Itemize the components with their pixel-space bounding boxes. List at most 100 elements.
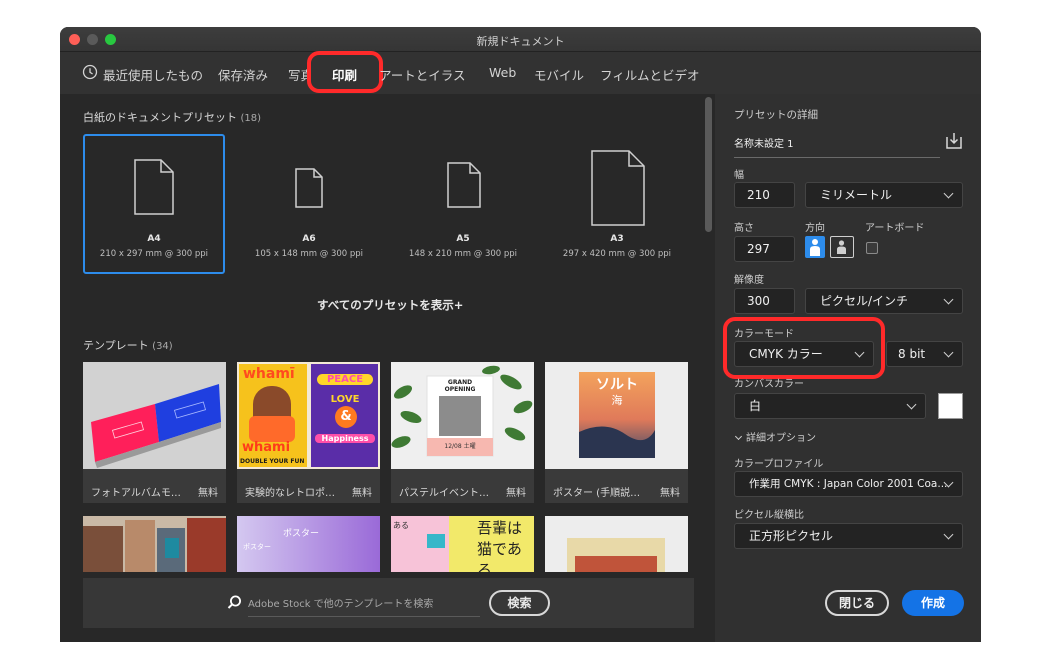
tab-film-video[interactable]: フィルムとビデオ [600,65,700,84]
scrollbar-thumb[interactable] [705,97,712,232]
event-poster-date: 12/08 土曜 [444,443,476,450]
retro-poster-left: whamī whami DOUBLE YOUR FUN [239,364,307,467]
preset-size: 105 x 148 mm @ 300 ppi [254,249,364,259]
tab-saved[interactable]: 保存済み [218,65,268,84]
templates-heading: テンプレート (34) [83,337,173,353]
document-icon [295,168,323,208]
color-profile-value: 作業用 CMYK : Japan Color 2001 Coa... [749,478,948,490]
close-button[interactable]: 閉じる [825,590,889,616]
tab-web[interactable]: Web [489,65,516,80]
bit-depth-dropdown[interactable]: 8 bit [886,341,963,367]
document-icon [591,150,645,226]
template-caption: パステルイベント… [399,488,489,499]
cat-poster-shape [427,534,445,548]
retro-poster-happiness: Happiness [315,434,375,443]
show-all-presets-link[interactable]: すべてのプリセットを表示+ [317,297,463,313]
event-poster-grand: GRAND [447,379,473,386]
stock-search-input[interactable]: Adobe Stock で他のテンプレートを検索 [248,595,480,617]
cat-poster-title-2: 猫である [477,540,522,572]
pixel-ratio-dropdown[interactable]: 正方形ピクセル [734,523,963,549]
landscape-orientation-button[interactable] [830,236,854,258]
retro-poster-peace: PEACE [317,374,373,385]
retro-poster-tagline: DOUBLE YOUR FUN [240,458,305,465]
retro-poster-right: PEACE LOVE & Happiness [311,364,378,467]
canvas-color-label: カンバスカラー [734,379,804,390]
template-thumbnail: whamī whami DOUBLE YOUR FUN PEACE LOVE &… [237,362,380,469]
preset-name: A5 [456,234,470,244]
chevron-down-icon [943,347,954,358]
blank-presets-title: 白紙のドキュメントプリセット [83,111,237,124]
template-card-poster[interactable]: ソルト 海 ポスター (手順説… 無料 [545,362,688,503]
template-card-town[interactable] [83,516,226,572]
chevron-down-small-icon [734,432,743,441]
templates-count: (34) [152,341,173,352]
orientation-label: 方向 [805,223,825,234]
template-card-pastel-event[interactable]: GRAND OPENING 12/08 土曜 パステルイベント… 無料 [391,362,534,503]
city-poster-stripe [575,556,657,572]
height-label: 高さ [734,223,754,234]
document-icon [447,162,481,208]
resolution-unit-value: ピクセル/インチ [820,294,909,308]
town-photo [83,516,226,572]
poster-title-salt: ソルト [596,377,638,393]
preset-a6[interactable]: A6 105 x 148 mm @ 300 ppi [241,134,377,274]
preset-size: 210 x 297 mm @ 300 ppi [99,249,209,259]
template-card-cat[interactable]: ある 吾輩は 猫である [391,516,534,572]
resolution-unit-dropdown[interactable]: ピクセル/インチ [805,288,963,314]
cat-poster-title-1: 吾輩は [477,519,523,537]
template-card-retro-poster[interactable]: whamī whami DOUBLE YOUR FUN PEACE LOVE &… [237,362,380,503]
save-preset-icon[interactable] [944,131,964,151]
event-poster-opening: OPENING [444,386,476,393]
template-card-purple-poster[interactable]: ポスター ポスター [237,516,380,572]
unit-dropdown[interactable]: ミリメートル [805,182,963,208]
template-price: 無料 [660,488,680,499]
tab-mobile[interactable]: モバイル [534,65,584,84]
template-caption: ポスター (手順説… [553,488,641,499]
chevron-down-icon [906,399,917,410]
retro-poster-amp: & [335,406,357,428]
template-price: 無料 [352,488,372,499]
create-button[interactable]: 作成 [902,590,964,616]
portrait-orientation-button[interactable] [805,236,825,258]
color-mode-highlight [723,317,885,379]
template-price: 無料 [198,488,218,499]
canvas-color-value: 白 [749,399,762,413]
artboard-label: アートボード [865,223,925,234]
cat-poster-tag: ある [393,521,409,530]
template-caption: フォトアルバムモ… [91,488,181,499]
preset-a3[interactable]: A3 297 x 420 mm @ 300 ppi [549,134,685,274]
tab-art-illustration[interactable]: アートとイラスト [379,65,469,84]
retro-poster-shirt [249,416,295,442]
height-input[interactable]: 297 [734,236,795,262]
template-thumbnail: ソルト 海 [545,362,688,469]
chevron-down-icon [943,188,954,199]
template-price: 無料 [506,488,526,499]
canvas-color-swatch[interactable] [938,393,963,419]
preset-name-field[interactable]: 名称未設定 1 [734,135,940,158]
chevron-down-icon [943,294,954,305]
new-document-dialog: 新規ドキュメント 最近使用したもの 保存済み 写真 印刷 アートとイラスト We… [60,27,981,642]
pixel-ratio-label: ピクセル縦横比 [734,510,804,521]
preset-a4[interactable]: A4 210 x 297 mm @ 300 ppi [83,134,225,274]
title-bar: 新規ドキュメント [60,27,981,52]
search-icon [227,595,241,609]
preset-name: A3 [610,234,624,244]
width-input[interactable]: 210 [734,182,795,208]
template-thumbnail: GRAND OPENING 12/08 土曜 [391,362,534,469]
color-profile-dropdown[interactable]: 作業用 CMYK : Japan Color 2001 Coa... [734,471,963,497]
preset-name: A4 [147,234,161,244]
search-button[interactable]: 検索 [489,590,550,616]
resolution-input[interactable]: 300 [734,288,795,314]
retro-poster-headline: whamī [243,366,295,382]
unit-value: ミリメートル [820,188,893,202]
preset-name: A6 [302,234,316,244]
template-card-city[interactable] [545,516,688,572]
canvas-color-dropdown[interactable]: 白 [734,393,926,419]
tab-recent[interactable]: 最近使用したもの [103,65,203,84]
advanced-options-toggle[interactable]: 詳細オプション [734,429,816,444]
template-card-photo-album[interactable]: フォトアルバムモ… 無料 [83,362,226,503]
preset-a5[interactable]: A5 148 x 210 mm @ 300 ppi [395,134,531,274]
template-caption: 実験的なレトロポ… [245,488,335,499]
pixel-ratio-value: 正方形ピクセル [749,529,834,543]
artboard-checkbox[interactable] [866,242,878,254]
